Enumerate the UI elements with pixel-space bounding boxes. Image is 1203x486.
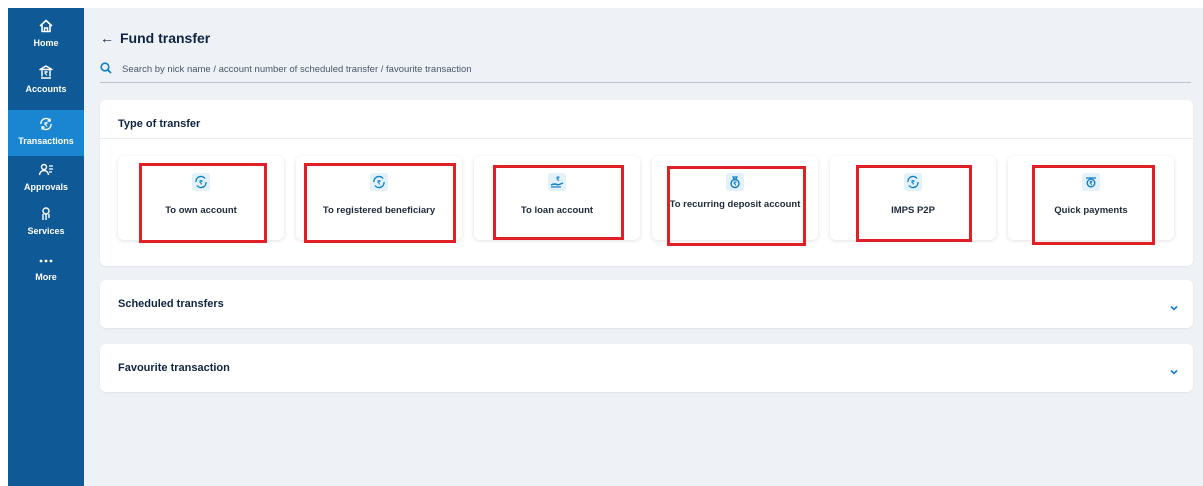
search-icon [100,62,112,77]
search-input[interactable]: Search by nick name / account number of … [100,60,1191,83]
back-arrow-icon[interactable]: ← [100,30,114,46]
sidebar-item-accounts[interactable]: ₹ Accounts [8,64,84,102]
bank-icon: ₹ [8,64,84,82]
sidebar-item-transactions[interactable]: ₹ Transactions [8,110,90,156]
sidebar-item-approvals[interactable]: Approvals [8,162,84,200]
highlight-box [1032,165,1155,245]
svg-text:₹: ₹ [44,71,48,78]
more-dots-icon [8,252,84,270]
highlight-box [856,165,972,242]
chevron-down-icon[interactable] [1169,364,1179,375]
type-of-transfer-heading: Type of transfer [118,118,201,130]
home-icon [8,18,84,36]
sidebar: Home ₹ Accounts ₹ Transactions Approvals… [8,8,90,486]
page-title: ← Fund transfer [100,30,210,46]
sidebar-item-label: Home [33,38,59,48]
svg-text:₹: ₹ [44,122,48,129]
highlight-box [667,166,806,246]
sidebar-item-label: More [35,272,57,282]
sidebar-item-home[interactable]: Home [8,18,84,56]
divider [100,138,1193,139]
sidebar-item-label: Accounts [25,84,67,94]
sidebar-item-label: Services [27,226,65,236]
rupee-transfer-icon: ₹ [8,116,84,134]
sidebar-item-more[interactable]: More [8,252,84,288]
favourite-transaction-card[interactable]: Favourite transaction [100,344,1193,392]
sidebar-item-services[interactable]: Services [8,206,84,244]
hand-service-icon [8,206,84,224]
favourite-transaction-heading: Favourite transaction [118,362,230,374]
highlight-box [493,165,624,240]
main-content: ← Fund transfer Search by nick name / acc… [84,8,1203,486]
scheduled-transfers-card[interactable]: Scheduled transfers [100,280,1193,328]
people-approve-icon [8,162,84,180]
chevron-down-icon[interactable] [1169,300,1179,311]
sidebar-item-label: Transactions [18,136,74,146]
page-title-text: Fund transfer [120,30,211,46]
highlight-box [139,163,267,243]
sidebar-item-label: Approvals [23,182,68,192]
highlight-box [304,163,456,243]
scheduled-transfers-heading: Scheduled transfers [118,298,224,310]
search-placeholder: Search by nick name / account number of … [122,64,472,75]
